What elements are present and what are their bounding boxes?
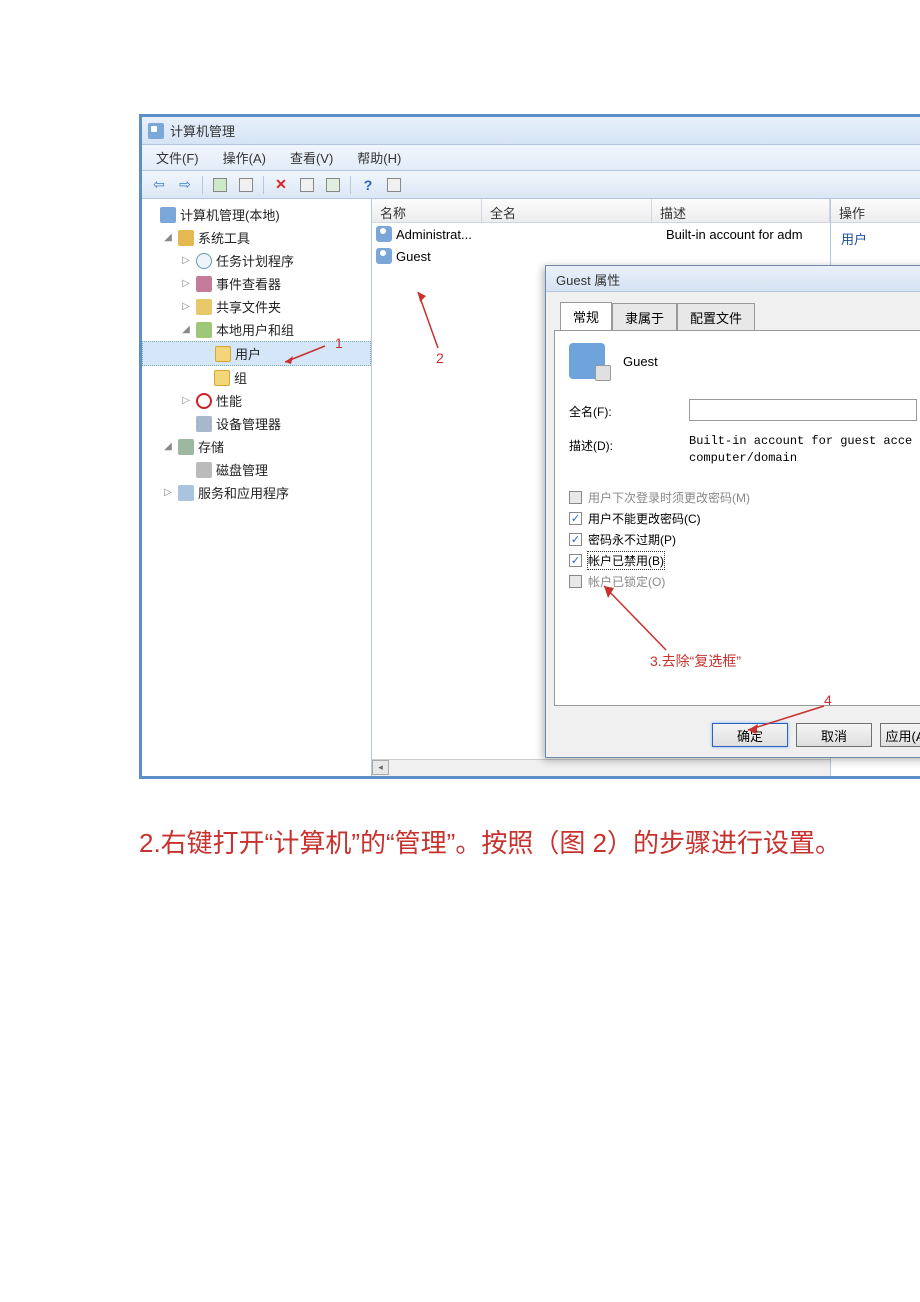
horizontal-scrollbar[interactable]: ◂: [372, 759, 830, 776]
users-group-icon: [196, 322, 212, 338]
dialog-title[interactable]: Guest 属性: [546, 266, 920, 292]
tree-pane: 计算机管理(本地) ◢系统工具 ▷任务计划程序 ▷事件查看器 ▷共享文件夹 ◢本…: [142, 199, 372, 776]
tree-system-tools[interactable]: ◢系统工具: [142, 226, 371, 249]
guest-properties-dialog: Guest 属性 常规 隶属于 配置文件 Guest 全名(F): 描述(D):…: [545, 265, 920, 758]
list-row[interactable]: Guest: [372, 245, 830, 267]
tree-services-apps[interactable]: ▷服务和应用程序: [142, 481, 371, 504]
tab-general[interactable]: 常规: [560, 302, 612, 330]
actions-item[interactable]: 用户: [831, 223, 920, 254]
user-large-icon: [569, 343, 605, 379]
actions-header: 操作: [831, 199, 920, 223]
menu-action[interactable]: 操作(A): [215, 146, 274, 169]
mmc-icon: [148, 123, 164, 139]
tree-task-scheduler[interactable]: ▷任务计划程序: [142, 249, 371, 272]
titlebar[interactable]: 计算机管理: [142, 117, 920, 145]
checkbox-account-disabled[interactable]: 帐户已禁用(B): [569, 552, 917, 569]
list-row[interactable]: Administrat... Built-in account for adm: [372, 223, 830, 245]
tree-shared-folders[interactable]: ▷共享文件夹: [142, 295, 371, 318]
tabstrip: 常规 隶属于 配置文件: [560, 302, 920, 330]
checkbox-icon: [569, 491, 582, 504]
clock-icon: [196, 253, 212, 269]
checkbox-change-password: 用户下次登录时须更改密码(M): [569, 489, 917, 506]
services-icon: [178, 485, 194, 501]
extra-button[interactable]: [383, 174, 405, 196]
menu-help[interactable]: 帮助(H): [349, 146, 409, 169]
tools-icon: [178, 230, 194, 246]
separator: [350, 176, 351, 194]
toolbar: ⇦ ⇨ ✕ ?: [142, 171, 920, 199]
window-title: 计算机管理: [170, 121, 235, 140]
new-button[interactable]: [209, 174, 231, 196]
menu-file[interactable]: 文件(F): [148, 146, 207, 169]
user-icon: [376, 226, 392, 242]
menu-view[interactable]: 查看(V): [282, 146, 341, 169]
checkbox-icon: [569, 575, 582, 588]
disk-icon: [196, 462, 212, 478]
checkbox-icon[interactable]: [569, 512, 582, 525]
share-icon: [196, 299, 212, 315]
computer-icon: [160, 207, 176, 223]
user-icon: [376, 248, 392, 264]
folder-icon: [214, 370, 230, 386]
cancel-button[interactable]: 取消: [796, 723, 872, 747]
tree-event-viewer[interactable]: ▷事件查看器: [142, 272, 371, 295]
tree-device-manager[interactable]: 设备管理器: [142, 412, 371, 435]
caption-text: 2.右键打开“计算机”的“管理”。按照（图 2）的步骤进行设置。: [139, 820, 859, 867]
tab-memberof[interactable]: 隶属于: [612, 303, 677, 331]
performance-icon: [196, 393, 212, 409]
ok-button[interactable]: 确定: [712, 723, 788, 747]
tab-profile[interactable]: 配置文件: [677, 303, 755, 331]
event-icon: [196, 276, 212, 292]
tree-performance[interactable]: ▷性能: [142, 389, 371, 412]
checkbox-account-locked: 帐户已锁定(O): [569, 573, 917, 590]
show-hide-button[interactable]: [235, 174, 257, 196]
scroll-left-button[interactable]: ◂: [372, 760, 389, 775]
delete-button[interactable]: ✕: [270, 174, 292, 196]
refresh-button[interactable]: [322, 174, 344, 196]
separator: [202, 176, 203, 194]
tree-local-users-groups[interactable]: ◢本地用户和组: [142, 318, 371, 341]
fullname-label: 全名(F):: [569, 399, 679, 420]
help-button[interactable]: ?: [357, 174, 379, 196]
dialog-buttons: 确定 取消 应用(A: [546, 713, 920, 757]
storage-icon: [178, 439, 194, 455]
separator: [263, 176, 264, 194]
username-label: Guest: [623, 354, 658, 369]
properties-button[interactable]: [296, 174, 318, 196]
fullname-input[interactable]: [689, 399, 917, 421]
tree-storage[interactable]: ◢存储: [142, 435, 371, 458]
apply-button[interactable]: 应用(A: [880, 723, 920, 747]
col-name[interactable]: 名称: [372, 199, 482, 222]
menubar: 文件(F) 操作(A) 查看(V) 帮助(H): [142, 145, 920, 171]
checkbox-icon[interactable]: [569, 554, 582, 567]
list-header: 名称 全名 描述: [372, 199, 830, 223]
col-desc[interactable]: 描述: [652, 199, 830, 222]
checkbox-icon[interactable]: [569, 533, 582, 546]
tree-disk-management[interactable]: 磁盘管理: [142, 458, 371, 481]
description-value[interactable]: Built-in account for guest acce computer…: [689, 433, 917, 467]
description-label: 描述(D):: [569, 433, 679, 454]
checkbox-cannot-change-password[interactable]: 用户不能更改密码(C): [569, 510, 917, 527]
tree-users[interactable]: 用户: [142, 341, 371, 366]
folder-icon: [215, 346, 231, 362]
devmgr-icon: [196, 416, 212, 432]
col-fullname[interactable]: 全名: [482, 199, 652, 222]
tree-groups[interactable]: 组: [142, 366, 371, 389]
forward-button[interactable]: ⇨: [174, 174, 196, 196]
tree-root[interactable]: 计算机管理(本地): [142, 203, 371, 226]
back-button[interactable]: ⇦: [148, 174, 170, 196]
tab-body: Guest 全名(F): 描述(D): Built-in account for…: [554, 330, 920, 706]
checkbox-password-never-expires[interactable]: 密码永不过期(P): [569, 531, 917, 548]
